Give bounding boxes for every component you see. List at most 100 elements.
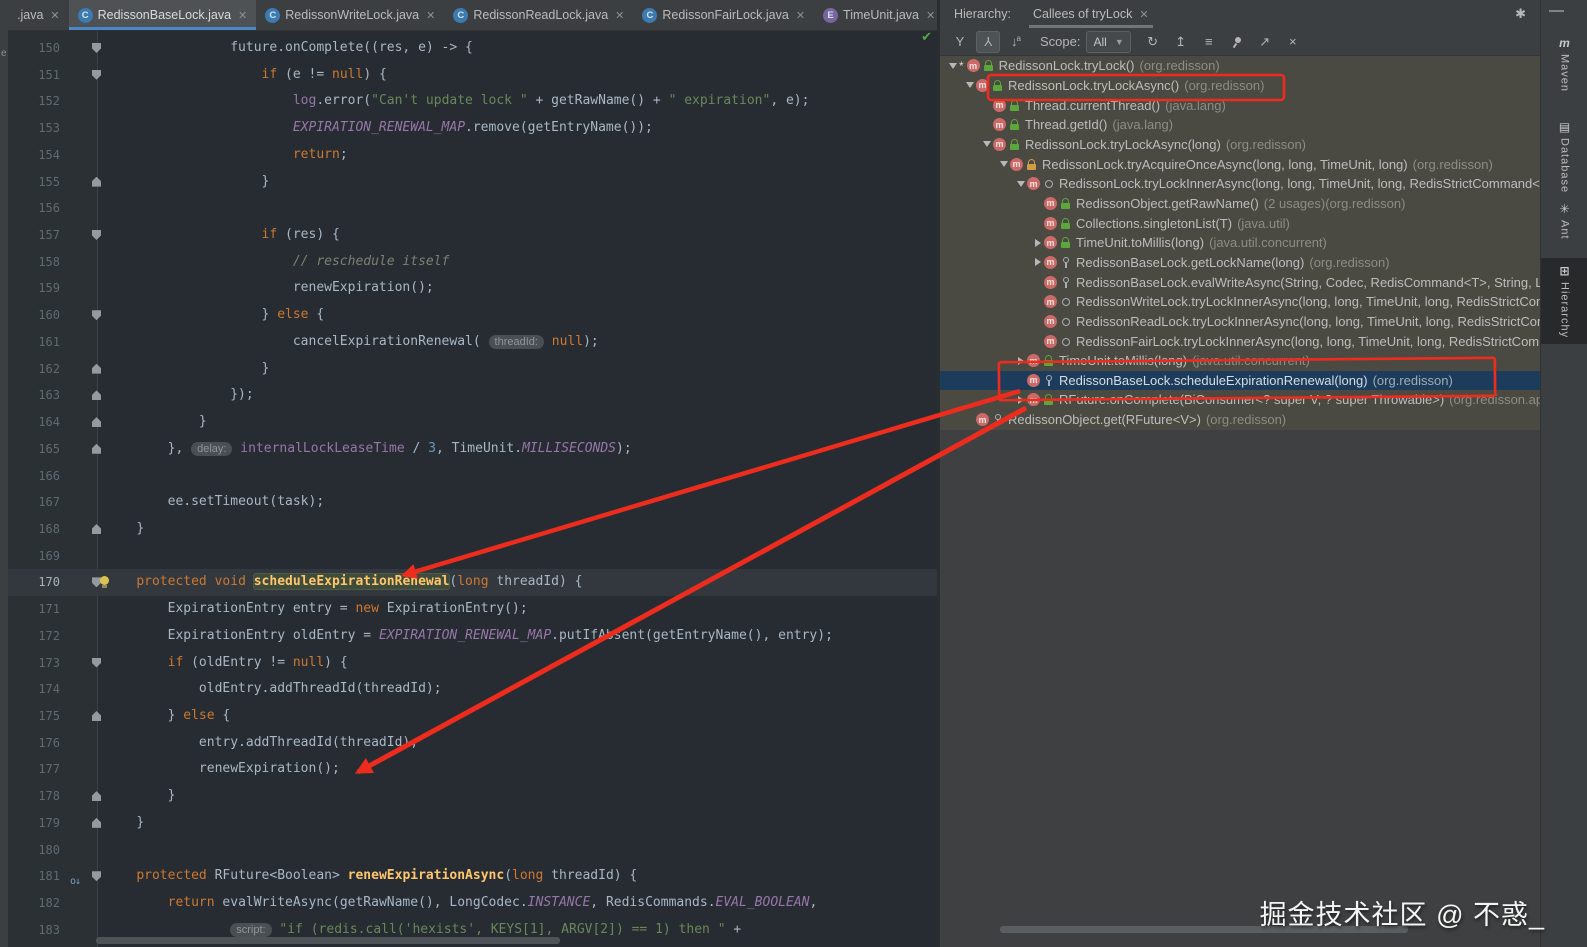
code-line[interactable]: 176 entry.addThreadId(threadId); [8,730,937,757]
hierarchy-tree-row[interactable]: m RedissonLock.tryLockInnerAsync(long, lo… [940,174,1540,194]
caller-hierarchy-icon[interactable]: Y [948,31,972,53]
editor-tab[interactable]: C RedissonBaseLock.java ✕ [68,0,257,30]
close-icon[interactable]: × [1281,31,1305,53]
pin-icon[interactable] [1225,31,1249,53]
expand-toggle-icon[interactable] [946,62,959,69]
code-line[interactable]: 154 return; [8,142,937,169]
fold-marker-icon[interactable] [92,69,101,80]
close-icon[interactable]: ✕ [615,9,624,22]
close-icon[interactable]: ✕ [50,9,59,22]
editor-tab[interactable]: C RedissonFairLock.java ✕ [633,0,814,30]
hierarchy-tree-row[interactable]: m Thread.getId() (java.lang) [940,115,1540,135]
code-line[interactable]: 151 if (e != null) { [8,62,937,89]
editor-code-area[interactable]: 150 future.onComplete((res, e) -> {151 i… [8,35,937,943]
code-line[interactable]: 167 ee.setTimeout(task); [8,489,937,516]
tool-stripe-button-hierarchy[interactable]: ⊞ Hierarchy [1541,258,1587,345]
expand-toggle-icon[interactable] [1031,238,1044,247]
hierarchy-tree-row[interactable]: m RedissonBaseLock.getLockName(long) (org.… [940,253,1540,273]
code-line[interactable]: 175 } else { [8,703,937,730]
code-line[interactable]: 172 ExpirationEntry oldEntry = EXPIRATIO… [8,623,937,650]
code-line[interactable]: 182 return evalWriteAsync(getRawName(), … [8,890,937,917]
close-icon[interactable]: ✕ [426,9,435,22]
hierarchy-tree-row[interactable]: m RedissonBaseLock.scheduleExpirationRene… [940,370,1540,391]
hierarchy-tree-row[interactable]: m RedissonBaseLock.evalWriteAsync(String,… [940,272,1540,292]
code-line[interactable]: 164 } [8,409,937,436]
fold-marker-icon[interactable] [92,43,101,53]
tool-stripe-button-maven[interactable]: m Maven [1541,30,1587,98]
expand-toggle-icon[interactable] [980,141,993,148]
code-editor[interactable]: .java ✕ C RedissonBaseLock.java ✕ C RedissonWr… [8,0,937,947]
hierarchy-view-tab[interactable]: Callees of tryLock ✕ [1028,0,1153,28]
fold-marker-icon[interactable] [92,390,101,401]
code-line[interactable]: 170 protected void scheduleExpirationRen… [8,569,937,597]
hierarchy-tree-row[interactable]: * m RedissonLock.tryLock() (org.redisson) [940,56,1540,76]
code-line[interactable]: 166 [8,463,937,490]
fold-marker-icon[interactable] [92,791,101,802]
tool-stripe-button-database[interactable]: ▤ Database [1541,114,1587,199]
panel-splitter[interactable] [937,0,940,947]
collapse-all-icon[interactable]: ≡ [1197,31,1221,53]
expand-toggle-icon[interactable] [997,161,1010,168]
code-line[interactable]: 180 [8,837,937,864]
code-line[interactable]: 150 future.onComplete((res, e) -> { [8,35,937,62]
expand-toggle-icon[interactable] [1031,258,1044,267]
close-icon[interactable]: ✕ [796,9,805,22]
hierarchy-tree-row[interactable]: m RedissonLock.tryLockAsync() (org.redisso… [940,76,1540,96]
hierarchy-tree-row[interactable]: m RedissonFairLock.tryLockInnerAsync(long… [940,331,1540,351]
code-line[interactable]: 179 } [8,810,937,837]
fold-marker-icon[interactable] [92,871,101,882]
expand-toggle-icon[interactable] [1014,356,1027,365]
code-line[interactable]: 163 }); [8,382,937,409]
code-line[interactable]: 155 } [8,169,937,196]
code-line[interactable]: 157 if (res) { [8,222,937,249]
fold-marker-icon[interactable] [92,363,101,374]
hierarchy-tree-row[interactable]: m RedissonLock.tryAcquireOnceAsync(long, … [940,154,1540,174]
code-line[interactable]: 174 oldEntry.addThreadId(threadId); [8,676,937,703]
code-line[interactable]: 153 EXPIRATION_RENEWAL_MAP.remove(getEnt… [8,115,937,142]
code-line[interactable]: 181 o↓ protected RFuture<Boolean> renewEx… [8,863,937,890]
editor-tab[interactable]: C RedissonWriteLock.java ✕ [256,0,444,30]
editor-horizontal-scrollbar[interactable] [96,937,560,944]
close-icon[interactable]: ✕ [926,9,935,22]
code-line[interactable]: 152 log.error("Can't update lock " + get… [8,88,937,115]
hierarchy-tree-row[interactable]: m Thread.currentThread() (java.lang) [940,95,1540,115]
close-icon[interactable]: ✕ [1139,8,1148,21]
hierarchy-tree-row[interactable]: m RedissonWriteLock.tryLockInnerAsync(lon… [940,292,1540,312]
code-line[interactable]: 177 renewExpiration(); [8,756,937,783]
hierarchy-tree[interactable]: * m RedissonLock.tryLock() (org.redisson) m R… [940,56,1540,430]
refresh-icon[interactable]: ↻ [1141,31,1165,53]
hierarchy-tree-row[interactable]: m TimeUnit.toMillis(long) (java.util.concu… [940,351,1540,371]
open-in-new-window-icon[interactable]: ↗ [1253,31,1277,53]
code-line[interactable]: 168 } [8,516,937,543]
fold-marker-icon[interactable] [92,230,101,241]
code-line[interactable]: 161 cancelExpirationRenewal( threadId: n… [8,329,937,356]
fold-marker-icon[interactable] [92,657,101,668]
expand-all-icon[interactable]: ↥ [1169,31,1193,53]
hierarchy-tree-row[interactable]: m RFuture.onComplete(BiConsumer<? super V… [940,390,1540,410]
code-line[interactable]: 158 // reschedule itself [8,249,937,276]
fold-marker-icon[interactable] [92,417,101,428]
minimize-icon[interactable]: — [1549,2,1564,19]
code-line[interactable]: 156 [8,195,937,222]
hierarchy-tree-row[interactable]: m RedissonObject.getRawName() (2 usages) (… [940,194,1540,214]
hierarchy-tree-row[interactable]: m TimeUnit.toMillis(long) (java.util.concu… [940,233,1540,253]
fold-marker-icon[interactable] [92,443,101,454]
fold-marker-icon[interactable] [92,176,101,187]
sort-alphabetically-icon[interactable]: ↓ a [1004,31,1028,53]
code-line[interactable]: 160 } else { [8,302,937,329]
scope-dropdown[interactable]: All ▼ [1086,30,1131,53]
expand-toggle-icon[interactable] [1014,180,1027,187]
expand-toggle-icon[interactable] [1014,395,1027,404]
fold-marker-icon[interactable] [92,523,101,534]
hierarchy-tree-row[interactable]: m RedissonReadLock.tryLockInnerAsync(long… [940,312,1540,332]
gear-icon[interactable]: ✱ [1515,6,1540,22]
hierarchy-tree-row[interactable]: m RedissonObject.get(RFuture<V>) (org.redi… [940,410,1540,430]
code-line[interactable]: 178 } [8,783,937,810]
code-line[interactable]: 162 } [8,356,937,383]
tool-stripe-button-ant[interactable]: ✳ Ant [1541,196,1587,246]
code-line[interactable]: 169 [8,543,937,570]
editor-tab[interactable]: .java ✕ [8,0,69,30]
editor-tab[interactable]: C RedissonReadLock.java ✕ [444,0,633,30]
fold-marker-icon[interactable] [92,310,101,321]
callee-hierarchy-icon[interactable]: Y [976,30,1000,53]
